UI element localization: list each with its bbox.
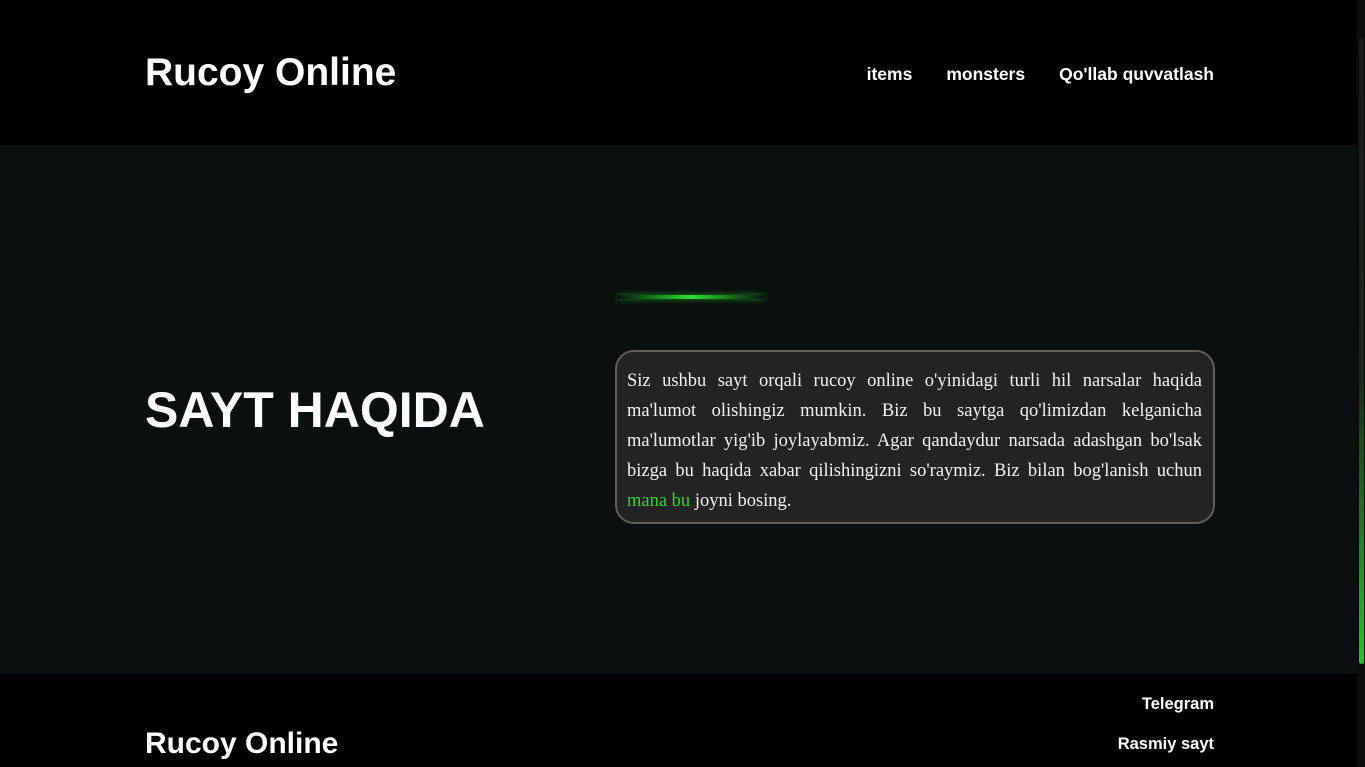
about-paragraph: Siz ushbu sayt orqali rucoy online o'yin… [627,366,1202,516]
site-logo[interactable]: Rucoy Online [145,50,396,96]
contact-link[interactable]: mana bu [627,491,690,511]
scrollbar-thumb[interactable] [1359,38,1364,664]
about-section: SAYT HAQIDA Siz ushbu sayt orqali rucoy … [0,145,1357,674]
about-text-end: joyni bosing. [690,491,792,511]
accent-divider [617,295,765,299]
footer-link-official-site[interactable]: Rasmiy sayt [1118,734,1214,754]
page-scrollbar[interactable] [1357,0,1365,767]
nav-link-monsters[interactable]: monsters [946,63,1025,85]
about-text-card: Siz ushbu sayt orqali rucoy online o'yin… [615,350,1215,524]
footer-logo: Rucoy Online [145,727,339,760]
site-header: Rucoy Online items monsters Qo'llab quvv… [0,0,1357,145]
about-text-start: Siz ushbu sayt orqali rucoy online o'yin… [627,371,1202,481]
site-footer: Rucoy Online Telegram Rasmiy sayt [0,674,1357,767]
section-title: SAYT HAQIDA [145,382,485,438]
nav-link-items[interactable]: items [867,63,913,85]
main-nav: items monsters Qo'llab quvvatlash [867,63,1214,85]
footer-links: Telegram Rasmiy sayt [1118,694,1214,754]
nav-link-support[interactable]: Qo'llab quvvatlash [1059,63,1214,85]
footer-link-telegram[interactable]: Telegram [1142,694,1214,714]
